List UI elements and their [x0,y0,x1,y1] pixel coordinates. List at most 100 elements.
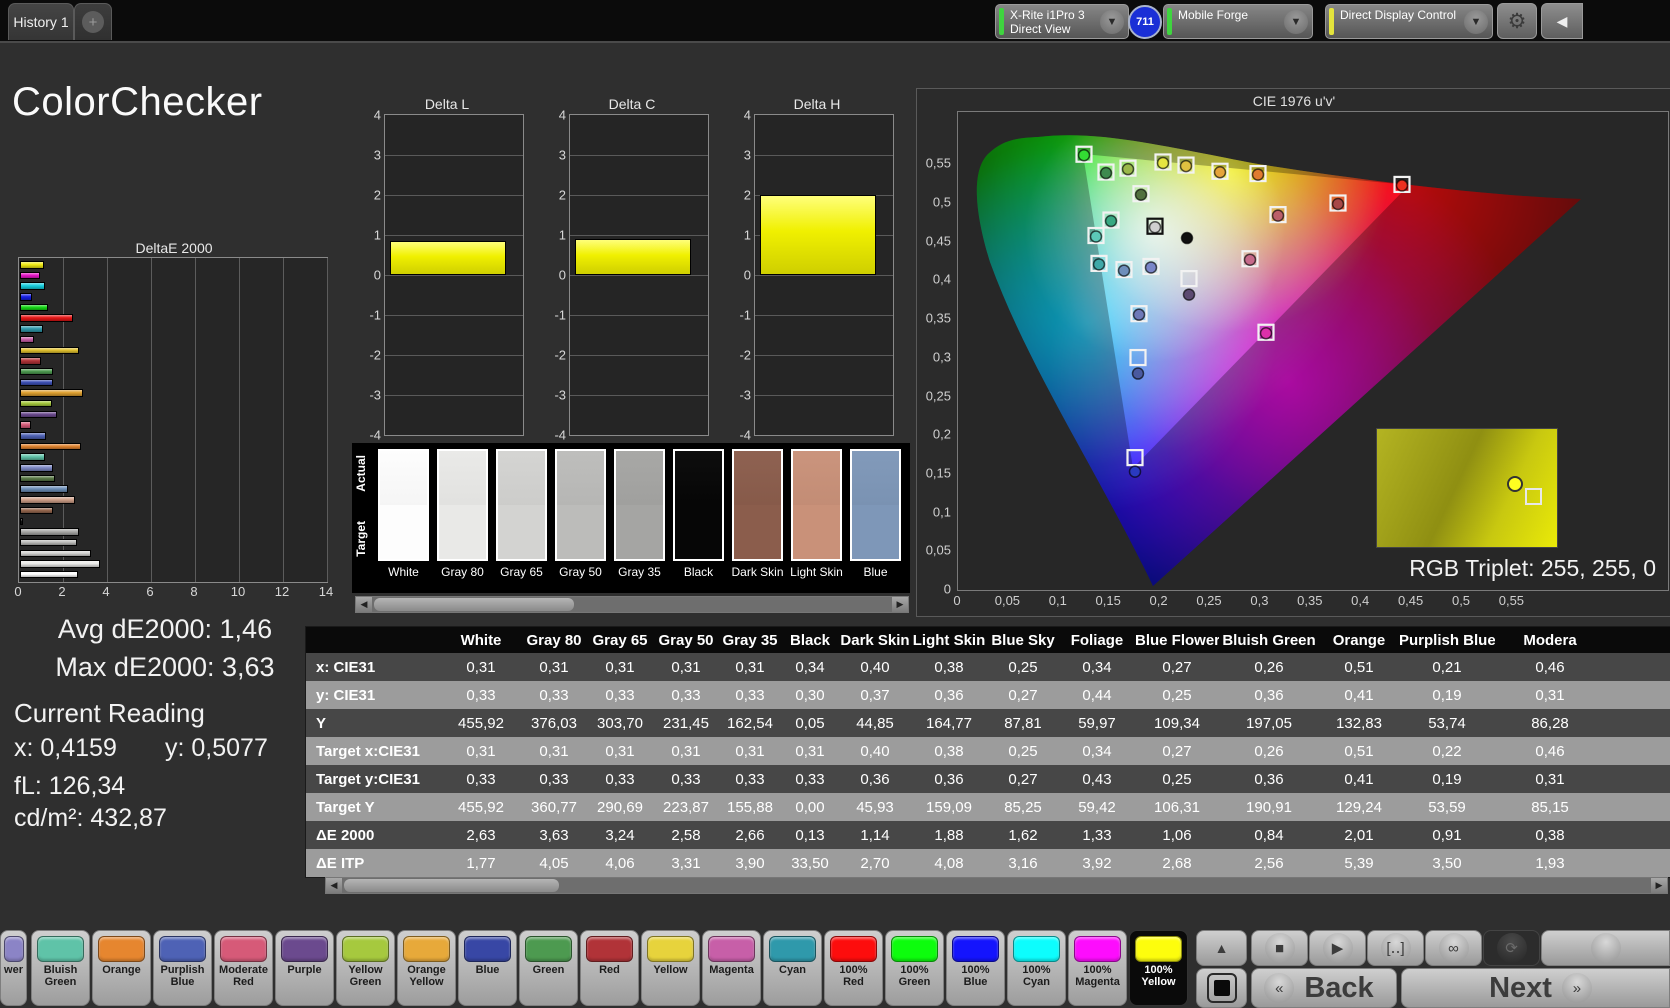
toolbar-patch-yellow[interactable]: Yellow [641,930,700,1006]
table-cell: 0,41 [1344,770,1374,788]
scroll-right-icon[interactable]: ▶ [1651,878,1667,893]
stop-button[interactable]: ■ [1251,930,1308,966]
y-tick-label: 0,5 [932,194,951,210]
back-button[interactable]: « Back [1251,968,1397,1008]
deltae-bar-100-yellow [20,261,45,269]
toolbar-patch-orange-yellow[interactable]: Orange Yellow [397,930,456,1006]
toolbar-patch-cyan[interactable]: Cyan [763,930,822,1006]
display-dropdown-label: Direct Display Control [1340,8,1457,22]
swatch-color-block [791,449,842,561]
y-tick-label: 0,1 [932,504,951,520]
scroll-right-icon[interactable]: ▶ [892,597,908,612]
toolbar-patch-100-yellow[interactable]: 100% Yellow [1129,930,1188,1006]
loop-button[interactable]: ∞ [1425,930,1482,966]
toolbar-patch-partial[interactable]: wer [0,930,27,1006]
cie-chart-plot: RGB Triplet: 255, 255, 0 [957,111,1669,591]
measured-point-marker [1271,209,1285,222]
transport-extra-button[interactable] [1541,930,1670,966]
swatch-scrollbar-thumb[interactable] [374,598,574,611]
toolbar-patch-moderate-red[interactable]: Moderate Red [214,930,273,1006]
toolbar-patch-100-red[interactable]: 100% Red [824,930,883,1006]
x-tick-label: 10 [230,584,246,599]
gridline [385,195,523,196]
toolbar-patch-magenta[interactable]: Magenta [702,930,761,1006]
deltae-bar-blue-flower [20,464,53,472]
pattern-up-button[interactable]: ▲ [1196,930,1247,966]
play-button[interactable]: ▶ [1309,930,1366,966]
scroll-left-icon[interactable]: ◀ [356,597,372,612]
side-panel-button[interactable]: ◀ [1541,3,1583,39]
swatch-label: Gray 50 [559,565,602,579]
toolbar-patch-100-green[interactable]: 100% Green [885,930,944,1006]
deltae2000-x-axis: 0 2 4 6 8 10 12 14 [14,584,333,600]
tab-history-1[interactable]: History 1 [8,3,74,40]
x-tick-label: 0,45 [1397,593,1424,608]
toolbar-patch-red[interactable]: Red [580,930,639,1006]
table-scrollbar[interactable]: ◀ ▶ [325,877,1668,894]
table-cell: 0,05 [795,714,825,732]
toolbar-patch-bluish-green[interactable]: Bluish Green [31,930,90,1006]
deltae-bar-100-cyan [20,282,46,290]
patch-color-chip [1013,936,1060,962]
workflow-dropdown[interactable]: Mobile Forge ▼ [1163,4,1313,39]
scroll-left-icon[interactable]: ◀ [326,878,342,893]
y-tick-label: -3 [369,387,381,403]
swatch-label: White [388,565,419,579]
measurement-table: White Gray 80 Gray 65 Gray 50 Gray 35 Black Da… [305,626,1670,878]
toolbar-patch-purple[interactable]: Purple [275,930,334,1006]
chevron-down-icon[interactable]: ▼ [1284,10,1308,34]
toolbar-patch-100-cyan[interactable]: 100% Cyan [1007,930,1066,1006]
y-tick-label: -1 [739,307,751,323]
cie-1976-panel: CIE 1976 u'v' RGB Triplet: 255, 255, 0 0… [916,88,1670,617]
settings-button[interactable]: ⚙ [1497,3,1537,39]
meter-dropdown[interactable]: X-Rite i1Pro 3 Direct View ▼ [995,4,1129,39]
toolbar-patch-orange[interactable]: Orange [92,930,151,1006]
chevron-down-icon[interactable]: ▼ [1100,10,1124,34]
x-tick-label: 0,05 [994,593,1021,608]
patch-label: Purple [287,964,322,976]
measured-point-marker [1132,308,1146,321]
table-scrollbar-thumb[interactable] [344,879,559,892]
toolbar-patch-green[interactable]: Green [519,930,578,1006]
meter-count-badge[interactable]: 711 [1128,5,1162,39]
range-button[interactable]: [‥] [1367,930,1424,966]
table-scrollbar-track[interactable] [342,878,1651,893]
swatch-scrollbar[interactable]: ◀ ▶ [355,596,909,613]
patch-label: 100% Yellow [1141,964,1176,988]
table-cell: 0,31 [735,742,765,760]
x-tick-label: 8 [190,584,198,599]
deltae-bar-green [20,367,53,376]
table-cell: 1,77 [466,854,496,872]
x-tick-label: 0,3 [1250,593,1269,608]
toolbar-patch-100-magenta[interactable]: 100% Magenta [1068,930,1127,1006]
next-button[interactable]: Next » [1401,968,1670,1008]
toolbar-patch-purplish-blue[interactable]: Purplish Blue [153,930,212,1006]
blackout-button[interactable] [1196,968,1247,1008]
column-header-black: Black [789,631,831,649]
table-cell: 0,38 [1535,826,1565,844]
measured-point-marker [1251,168,1265,181]
patch-label: Moderate Red [219,964,268,988]
refresh-button[interactable]: ⟳ [1483,930,1540,966]
swatch-color-block [614,449,665,561]
deltae-bar-orange-yellow [20,389,83,397]
swatch-scrollbar-track[interactable] [372,597,892,612]
patch-color-chip [830,936,877,962]
table-cell: 106,31 [1154,798,1200,816]
toolbar-patch-blue[interactable]: Blue [458,930,517,1006]
measured-point-marker [1104,214,1118,228]
table-cell: 0,31 [1535,770,1565,788]
y-tick-label: 0,05 [925,542,951,558]
gridline [239,258,240,582]
display-control-dropdown[interactable]: Direct Display Control ▼ [1325,4,1493,39]
y-tick-label: 0 [943,581,951,597]
table-cell: 2,63 [466,826,496,844]
cie-chart-title: CIE 1976 u'v' [1252,93,1336,109]
toolbar-patch-yellow-green[interactable]: Yellow Green [336,930,395,1006]
chevron-down-icon[interactable]: ▼ [1464,10,1488,34]
add-tab-button[interactable]: + [74,3,112,40]
avg-de2000-readout: Avg dE2000: 1,46 [57,614,273,644]
deltae-bar-100-blue [20,293,33,301]
toolbar-patch-100-blue[interactable]: 100% Blue [946,930,1005,1006]
gridline [195,258,196,582]
